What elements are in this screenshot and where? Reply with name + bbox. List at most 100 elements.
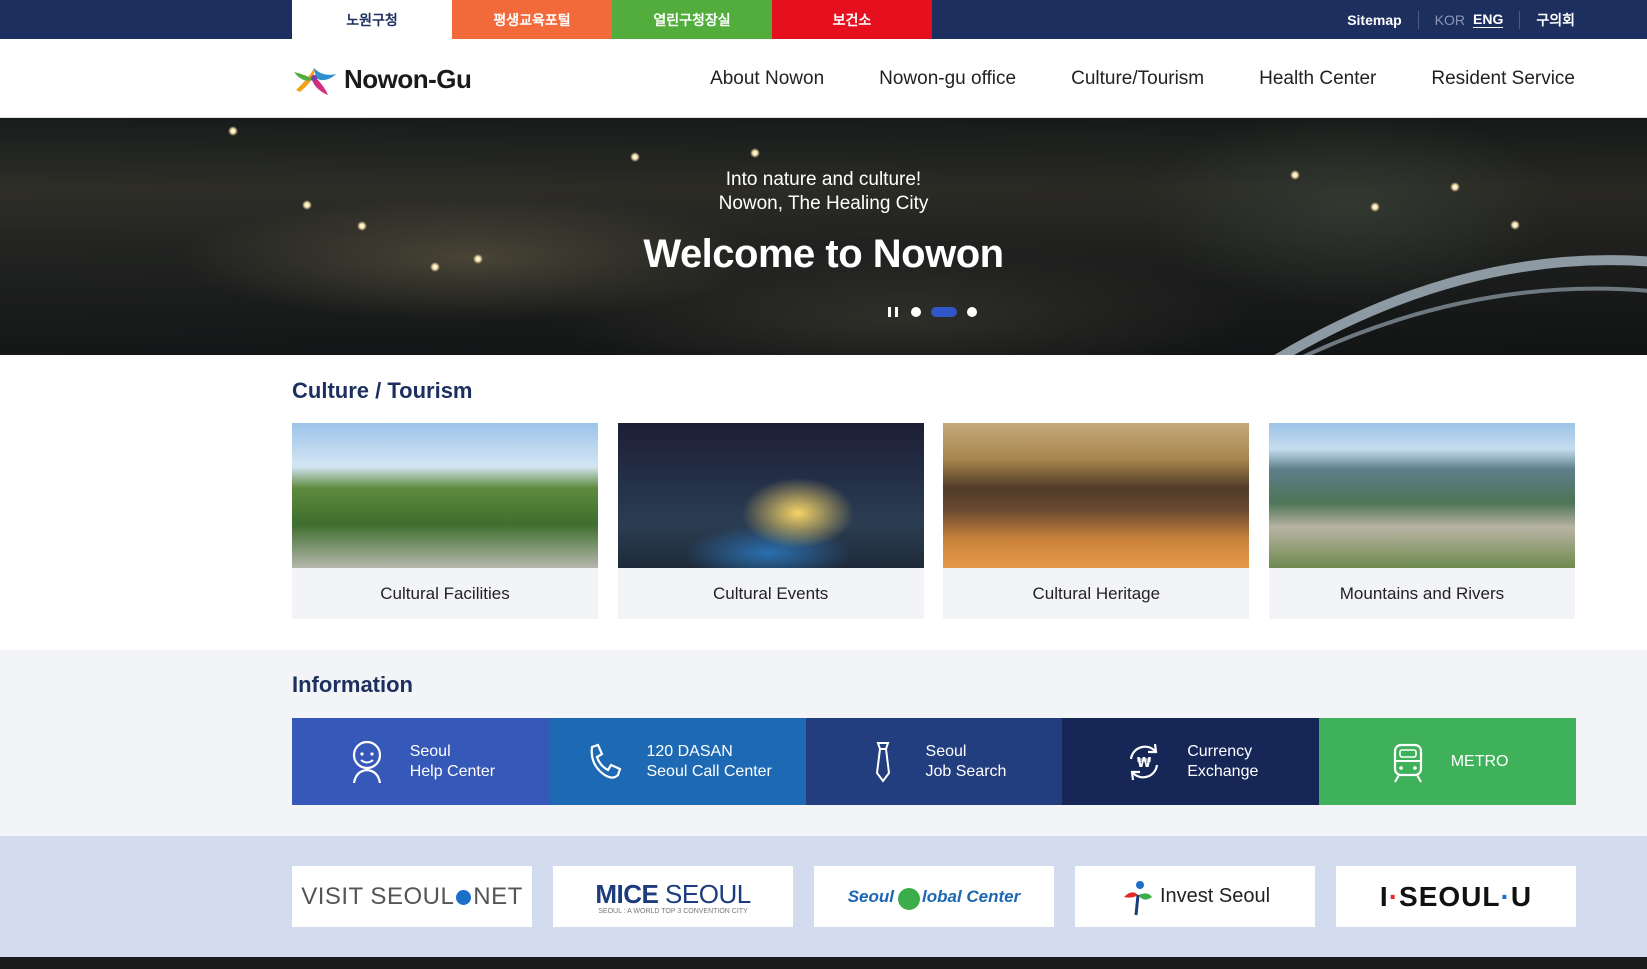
phone-icon [591,743,622,779]
card-label: Cultural Facilities [380,583,510,603]
slide-dot-1[interactable] [911,307,921,317]
currency-exchange-icon: ₩ [1130,743,1159,780]
mice-seoul-logo: MICE SEOUL [595,878,751,910]
info-item-text: Currency Exchange [1187,742,1258,782]
nav-nowon-gu-office[interactable]: Nowon-gu office [879,68,1016,90]
invest-seoul-banner[interactable]: Invest Seoul [1075,866,1315,927]
info-line-2: Help Center [409,762,496,780]
hero-banner: Into nature and culture! Nowon, The Heal… [0,118,1647,355]
info-line-1: Seoul [409,742,451,760]
utility-links: Sitemap KOR ENG 구의회 [1347,0,1575,39]
global-seoul-text: Seoul [847,886,895,906]
tie-icon [875,741,890,783]
slider-controls [888,307,982,317]
top-bar: 노원구청 평생교육포털 열린구청장실 보건소 Sitemap KOR ENG 구… [0,0,1647,39]
info-line-1: METRO [1450,752,1509,770]
hero-line-2: Nowon, The Healing City [718,193,929,214]
cultural-facilities-image [292,423,598,568]
main-nav: About Nowon Nowon-gu office Culture/Tour… [655,39,1575,118]
card-label: Mountains and Rivers [1339,583,1505,603]
pause-icon[interactable] [888,307,898,317]
council-link[interactable]: 구의회 [1536,10,1575,30]
mountains-rivers-image [1268,423,1575,568]
lang-kor-link[interactable]: KOR [1435,12,1465,28]
card-label: Cultural Events [713,583,829,603]
global-center-text: lobal Center [922,886,1021,906]
nav-health-center[interactable]: Health Center [1259,68,1376,90]
cultural-events-image [617,423,924,568]
i-seoul-u-banner[interactable]: I · SEOUL · U [1336,866,1576,927]
card-cultural-heritage[interactable]: Cultural Heritage [943,423,1250,619]
street-light [228,126,238,136]
information-title: Information [292,672,413,697]
logo-text: Nowon-Gu [344,63,472,94]
currency-exchange-link[interactable]: ₩ Currency Exchange [1062,718,1320,805]
metro-train-icon [1393,743,1422,782]
sitemap-link[interactable]: Sitemap [1347,12,1401,28]
metro-link[interactable]: METRO [1319,718,1576,805]
nav-about-nowon[interactable]: About Nowon [710,68,824,90]
info-line-1: 120 DASAN [646,742,733,760]
iseoul-i-text: I [1379,880,1389,912]
tab-nowon-office[interactable]: 노원구청 [292,0,452,39]
mice-seoul-banner[interactable]: MICE SEOUL SEOUL : A WORLD TOP 3 CONVENT… [553,866,793,927]
header: Nowon-Gu About Nowon Nowon-gu office Cul… [0,39,1647,118]
slide-dot-2[interactable] [931,307,957,317]
information-links: Seoul Help Center 120 DASAN Seoul Call C… [292,718,1576,805]
partner-banners: VISIT SEOUL NET MICE SEOUL SEOUL : A WORL… [292,866,1576,927]
slide-dot-3[interactable] [967,307,977,317]
mice-text: MICE [595,878,659,909]
info-item-text: METRO [1451,752,1509,772]
street-light [750,148,760,158]
help-center-icon [352,740,381,783]
cultural-heritage-image [943,423,1250,568]
info-item-text: Seoul Job Search [926,742,1007,782]
seoul-global-center-banner[interactable]: Seoul lobal Center [814,866,1054,927]
info-line-1: Seoul [925,742,967,760]
info-line-2: Job Search [925,762,1007,780]
tab-lifelong-education[interactable]: 평생교육포털 [452,0,612,39]
visit-seoul-text: VISIT SEOUL [301,882,455,910]
culture-tourism-title: Culture / Tourism [292,378,473,403]
mice-seoul-subtitle: SEOUL : A WORLD TOP 3 CONVENTION CITY [598,907,748,915]
card-cultural-events[interactable]: Cultural Events [617,423,924,619]
divider [1519,10,1521,29]
nav-culture-tourism[interactable]: Culture/Tourism [1071,68,1204,90]
iseoul-seoul-text: SEOUL [1399,880,1501,912]
tab-health-center[interactable]: 보건소 [772,0,932,39]
visit-seoul-net-text: NET [473,882,523,910]
card-cultural-facilities[interactable]: Cultural Facilities [292,423,598,619]
info-item-text: Seoul Help Center [410,742,495,782]
mice-seoul-text: SEOUL [658,878,751,909]
hero-line-1: Into nature and culture! [725,169,922,190]
info-line-1: Currency [1187,742,1253,760]
card-mountains-rivers[interactable]: Mountains and Rivers [1268,423,1575,619]
lang-eng-link[interactable]: ENG [1473,11,1504,28]
iseoul-u-text: U [1510,880,1533,912]
iseoul-blue-dot-icon: · [1500,880,1511,912]
info-item-text: 120 DASAN Seoul Call Center [646,742,771,782]
visit-seoul-banner[interactable]: VISIT SEOUL NET [292,866,532,927]
svg-text:₩: ₩ [1137,756,1152,771]
info-line-2: Seoul Call Center [646,762,772,780]
seoul-call-center-link[interactable]: 120 DASAN Seoul Call Center [548,718,806,805]
nav-resident-service[interactable]: Resident Service [1431,68,1575,90]
invest-seoul-logo-icon [1123,880,1152,915]
street-light [630,152,640,162]
logo[interactable]: Nowon-Gu [292,62,472,96]
iseoul-red-dot-icon: · [1388,880,1400,912]
tab-mayor-office[interactable]: 열린구청장실 [612,0,772,39]
seoul-help-center-link[interactable]: Seoul Help Center [292,718,549,805]
invest-seoul-text: Invest Seoul [1159,885,1271,907]
culture-cards: Cultural Facilities Cultural Events Cult… [292,423,1575,619]
divider [1417,10,1419,29]
footer [0,957,1647,969]
info-line-2: Exchange [1187,762,1259,780]
visit-seoul-dot-icon [456,889,472,905]
card-label: Cultural Heritage [1032,583,1161,603]
site-tabs: 노원구청 평생교육포털 열린구청장실 보건소 [292,0,932,39]
global-g-icon [898,887,921,910]
seoul-job-search-link[interactable]: Seoul Job Search [805,718,1063,805]
hero-copy: Into nature and culture! Nowon, The Heal… [0,168,1647,277]
nowon-logo-icon [294,68,336,95]
